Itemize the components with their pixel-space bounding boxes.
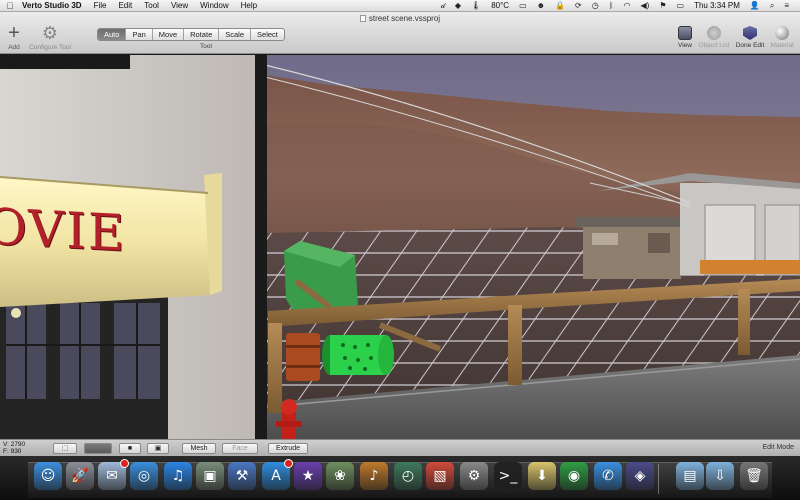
document-title: street scene.vssproj xyxy=(368,14,441,23)
menu-edit[interactable]: Edit xyxy=(112,1,138,10)
camera-icon xyxy=(678,26,692,40)
object-list-button[interactable]: Object List xyxy=(697,26,731,49)
xcode-icon[interactable]: ⚒ xyxy=(228,462,256,490)
menu-window[interactable]: Window xyxy=(194,1,234,10)
downloads-folder-icon[interactable]: ⇩ xyxy=(706,462,734,490)
user-account-icon[interactable]: 👤 xyxy=(745,1,765,10)
object-list-label: Object List xyxy=(698,42,730,49)
clock[interactable]: Thu 3:34 PM xyxy=(689,1,745,10)
chrome-icon[interactable]: ◉ xyxy=(560,462,588,490)
launchpad-icon[interactable]: 🚀 xyxy=(66,462,94,490)
window-toolbar: street scene.vssproj + Add ⚙ Configure T… xyxy=(0,12,800,54)
safari-icon[interactable]: ◎ xyxy=(130,462,158,490)
apple-menu-icon[interactable]:  xyxy=(0,1,20,11)
dock: ☺ 🚀 ✉ ◎ ♫ ▣ ⚒ A ★ ❀ ♪ ◴ ▧ ⚙ >_ ⬇ ◉ ✆ ◈ ▤ ⇩ 🗑 xyxy=(0,456,800,500)
dock-separator xyxy=(658,464,659,494)
document-icon xyxy=(359,15,366,22)
mail-icon[interactable]: ✉ xyxy=(98,459,129,490)
applications-folder-icon[interactable]: ▤ xyxy=(676,462,704,490)
battery-icon[interactable]: ▭ xyxy=(672,1,690,10)
add-button[interactable]: + Add xyxy=(4,22,24,51)
window-title: street scene.vssproj xyxy=(0,14,800,23)
done-edit-button[interactable]: Done Edit xyxy=(733,26,767,49)
wifi-icon[interactable]: ◠ xyxy=(619,1,636,10)
selection-mode-filled-button[interactable] xyxy=(84,443,112,454)
edit-mode-label: Edit Mode xyxy=(762,444,794,451)
square-icon: ■ xyxy=(127,445,133,452)
menu-file[interactable]: File xyxy=(88,1,113,10)
user-icon[interactable]: ☻ xyxy=(532,1,550,10)
face-count: F: 930 xyxy=(3,448,22,455)
configure-tool-button[interactable]: ⚙ Configure Tool xyxy=(26,22,74,51)
terminal-icon[interactable]: >_ xyxy=(494,462,522,490)
bluetooth-icon[interactable]: ᛒ xyxy=(604,1,619,10)
extrude-button[interactable]: Extrude xyxy=(268,443,308,454)
menu-bar:  Verto Studio 3D File Edit Tool View Wi… xyxy=(0,0,800,12)
menu-help[interactable]: Help xyxy=(235,1,263,10)
gear-icon: ⚙ xyxy=(41,23,59,43)
garageband-icon[interactable]: ♪ xyxy=(360,462,388,490)
select-square-button[interactable]: ■ xyxy=(119,443,141,454)
lock-icon[interactable]: 🔒 xyxy=(550,1,570,10)
done-edit-label: Done Edit xyxy=(735,42,765,49)
system-preferences-icon[interactable]: ⚙ xyxy=(460,462,488,490)
mesh-stats: V: 2790 F: 930 xyxy=(3,441,25,455)
dropbox-icon[interactable]: ◆ xyxy=(450,1,466,10)
time-machine-icon[interactable]: ◴ xyxy=(394,462,422,490)
temperature-readout[interactable]: 80°C xyxy=(486,1,514,10)
trash-icon[interactable]: 🗑 xyxy=(740,462,768,490)
installer-icon[interactable]: ⬇ xyxy=(528,462,556,490)
object-list-icon xyxy=(707,26,721,40)
iphoto-icon[interactable]: ❀ xyxy=(326,462,354,490)
notification-badge xyxy=(284,459,293,468)
menu-app-name[interactable]: Verto Studio 3D xyxy=(20,1,88,10)
tool-select[interactable]: Select xyxy=(251,29,284,40)
time-machine-status-icon[interactable]: ◷ xyxy=(587,1,604,10)
finder-icon[interactable]: ☺ xyxy=(34,462,62,490)
imovie-icon[interactable]: ★ xyxy=(294,462,322,490)
messages-icon[interactable]: ✆ xyxy=(594,462,622,490)
flag-icon[interactable]: ⚑ xyxy=(654,1,671,10)
menu-view[interactable]: View xyxy=(165,1,194,10)
thermometer-icon[interactable]: 🌡 xyxy=(466,1,486,10)
menu-tool[interactable]: Tool xyxy=(138,1,165,10)
3d-viewport[interactable]: OVIE xyxy=(0,55,800,439)
notification-center-icon[interactable]: ≡ xyxy=(779,1,794,10)
status-area: 𝒹 ◆ 🌡 80°C ▭ ☻ 🔒 ⟳ ◷ ᛒ ◠ ◀) ⚑ ▭ Thu 3:34… xyxy=(436,1,800,11)
material-button[interactable]: Material xyxy=(765,26,799,49)
tool-segmented-control: Auto Pan Move Rotate Scale Select xyxy=(97,28,285,41)
display-icon[interactable]: ▭ xyxy=(514,1,532,10)
edit-bar: V: 2790 F: 930 ⬚ ■ ▣ Mesh Face Extrude E… xyxy=(0,439,800,456)
itunes-icon[interactable]: ♫ xyxy=(164,462,192,490)
configure-tool-label: Configure Tool xyxy=(29,44,71,51)
vertostudio-icon[interactable]: ◈ xyxy=(626,462,654,490)
selection-mode-dotted-button[interactable]: ⬚ xyxy=(53,443,77,454)
tool-pan[interactable]: Pan xyxy=(126,29,153,40)
dotted-square-icon: ⬚ xyxy=(61,445,69,452)
tool-auto[interactable]: Auto xyxy=(98,29,127,40)
preview-icon[interactable]: ▣ xyxy=(196,462,224,490)
dictionary-icon[interactable]: 𝒹 xyxy=(436,1,450,11)
frame-icon: ▣ xyxy=(154,445,162,452)
app-store-icon[interactable]: A xyxy=(262,459,293,490)
add-label: Add xyxy=(8,44,20,51)
material-label: Material xyxy=(770,42,794,49)
tool-scale[interactable]: Scale xyxy=(219,29,252,40)
mesh-button[interactable]: Mesh xyxy=(182,443,216,454)
tool-caption: Tool xyxy=(200,43,212,50)
spotlight-icon[interactable]: ⌕ xyxy=(765,1,779,11)
notification-badge xyxy=(120,459,129,468)
shield-icon xyxy=(743,26,757,40)
sync-icon[interactable]: ⟳ xyxy=(570,1,587,10)
vertex-count: V: 2790 xyxy=(3,441,26,448)
volume-icon[interactable]: ◀) xyxy=(636,1,655,10)
parallels-icon[interactable]: ▧ xyxy=(426,462,454,490)
tool-rotate[interactable]: Rotate xyxy=(184,29,220,40)
tool-move[interactable]: Move xyxy=(153,29,185,40)
marquee-sign-text: OVIE xyxy=(0,197,127,263)
sphere-icon xyxy=(775,26,789,40)
face-button[interactable]: Face xyxy=(222,443,258,454)
select-lasso-button[interactable]: ▣ xyxy=(147,443,169,454)
plus-icon: + xyxy=(8,22,20,44)
